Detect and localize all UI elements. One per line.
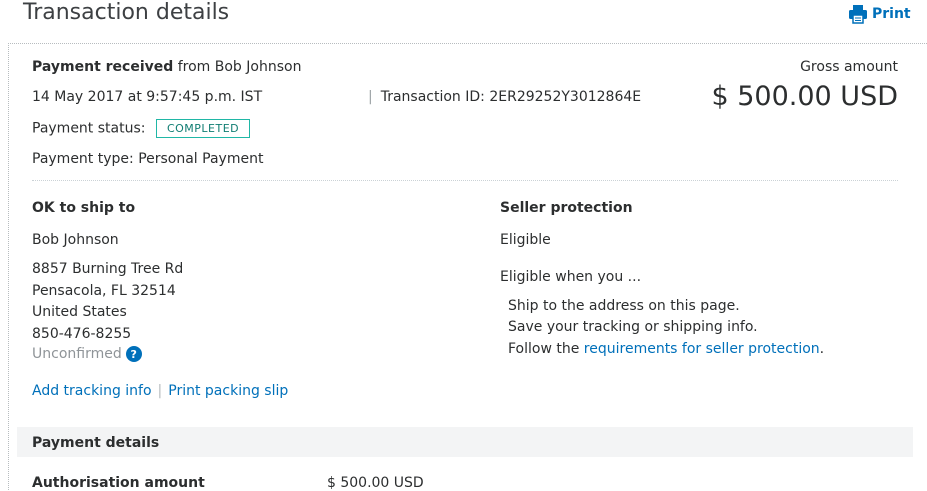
seller-protection-item: Ship to the address on this page. xyxy=(508,298,740,314)
gross-amount-value: $ 500.00 USD xyxy=(711,81,898,112)
separator: | xyxy=(368,89,373,105)
address-phone: 850-476-8255 xyxy=(32,326,132,342)
seller-protection-requirements-line: Follow the requirements for seller prote… xyxy=(508,341,824,357)
add-tracking-link[interactable]: Add tracking info xyxy=(32,383,152,399)
content-left-border xyxy=(8,43,9,490)
payment-details-heading: Payment details xyxy=(32,435,160,451)
address-status: Unconfirmed xyxy=(32,346,122,362)
header-divider xyxy=(8,43,927,44)
seller-protection-item: Save your tracking or shipping info. xyxy=(508,319,758,335)
transaction-id-value: 2ER29252Y3012864E xyxy=(489,89,642,105)
gross-amount-label: Gross amount xyxy=(800,59,898,75)
ship-to-name: Bob Johnson xyxy=(32,232,119,248)
payment-datetime: 14 May 2017 at 9:57:45 p.m. IST xyxy=(32,89,263,105)
payment-type-line: Payment type: Personal Payment xyxy=(32,151,263,167)
print-packing-slip-link[interactable]: Print packing slip xyxy=(168,383,288,399)
transaction-id-label: Transaction ID: xyxy=(380,89,485,105)
follow-suffix: . xyxy=(819,341,825,357)
separator: | xyxy=(157,383,163,399)
seller-protection-intro: Eligible when you ... xyxy=(500,269,642,285)
summary-divider xyxy=(32,180,898,181)
requirements-link[interactable]: requirements for seller protection xyxy=(584,341,820,357)
follow-prefix: Follow the xyxy=(508,341,580,357)
status-badge: COMPLETED xyxy=(155,119,251,138)
address-line-1: 8857 Burning Tree Rd xyxy=(32,261,184,277)
payment-received-label: Payment received xyxy=(32,59,174,75)
seller-protection-heading: Seller protection xyxy=(500,200,633,216)
payment-type-value: Personal Payment xyxy=(138,151,264,167)
authorisation-amount-value: $ 500.00 USD xyxy=(327,475,424,491)
payment-from-text: from Bob Johnson xyxy=(177,59,302,75)
question-circle-icon[interactable]: ? xyxy=(125,346,142,362)
authorisation-amount-label: Authorisation amount xyxy=(32,475,205,491)
payment-status-label: Payment status: xyxy=(32,120,146,137)
address-country: United States xyxy=(32,304,127,320)
shipping-actions: Add tracking info | Print packing slip xyxy=(32,383,288,399)
seller-protection-status: Eligible xyxy=(500,232,551,248)
payment-type-label: Payment type: xyxy=(32,151,134,167)
printer-icon xyxy=(848,4,868,24)
address-line-2: Pensacola, FL 32514 xyxy=(32,283,176,299)
page-title: Transaction details xyxy=(23,0,230,25)
payment-received-line: Payment received from Bob Johnson xyxy=(32,59,301,75)
address-status-line: Unconfirmed? xyxy=(32,346,142,362)
payment-status-line: Payment status: COMPLETED xyxy=(32,119,251,138)
ship-to-heading: OK to ship to xyxy=(32,200,136,216)
print-button[interactable]: Print xyxy=(848,4,911,24)
print-label: Print xyxy=(872,6,911,22)
transaction-id-line: | Transaction ID: 2ER29252Y3012864E xyxy=(368,89,641,105)
